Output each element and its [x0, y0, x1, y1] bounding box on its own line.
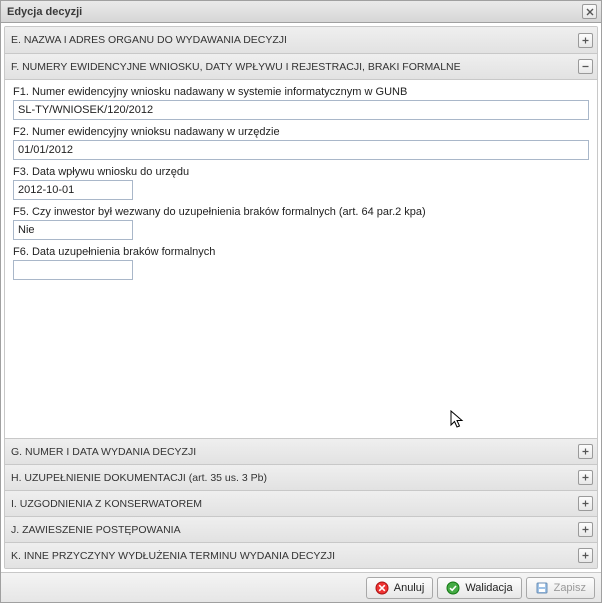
panel-header-j[interactable]: J. ZAWIESZENIE POSTĘPOWANIA [5, 516, 597, 542]
field-label-f3: F3. Data wpływu wniosku do urzędu [13, 166, 589, 178]
validate-icon [446, 581, 460, 595]
close-button[interactable] [582, 4, 597, 19]
input-f6[interactable] [13, 260, 133, 280]
expand-icon [578, 496, 593, 511]
panel-title: J. ZAWIESZENIE POSTĘPOWANIA [11, 524, 578, 536]
input-f3[interactable] [13, 180, 133, 200]
mouse-cursor-icon [450, 410, 466, 432]
field-label-f2: F2. Numer ewidencyjny wnioksu nadawany w… [13, 126, 589, 138]
window-title: Edycja decyzji [7, 6, 582, 18]
titlebar: Edycja decyzji [1, 1, 601, 23]
panel-body-f: F1. Numer ewidencyjny wniosku nadawany w… [5, 79, 597, 438]
cancel-icon [375, 581, 389, 595]
panel-title: H. UZUPEŁNIENIE DOKUMENTACJI (art. 35 us… [11, 472, 578, 484]
validate-button[interactable]: Walidacja [437, 577, 521, 599]
field-f6: F6. Data uzupełnienia braków formalnych [13, 246, 589, 280]
field-f3: F3. Data wpływu wniosku do urzędu [13, 166, 589, 200]
accordion: E. NAZWA I ADRES ORGANU DO WYDAWANIA DEC… [4, 26, 598, 569]
expand-icon [578, 470, 593, 485]
field-f2: F2. Numer ewidencyjny wnioksu nadawany w… [13, 126, 589, 160]
panel-header-i[interactable]: I. UZGODNIENIA Z KONSERWATOREM [5, 490, 597, 516]
validate-label: Walidacja [465, 582, 512, 594]
expand-icon [578, 444, 593, 459]
field-label-f6: F6. Data uzupełnienia braków formalnych [13, 246, 589, 258]
panel-title: G. NUMER I DATA WYDANIA DECYZJI [11, 446, 578, 458]
save-button[interactable]: Zapisz [526, 577, 595, 599]
input-f2[interactable] [13, 140, 589, 160]
panel-title: I. UZGODNIENIA Z KONSERWATOREM [11, 498, 578, 510]
panel-header-h[interactable]: H. UZUPEŁNIENIE DOKUMENTACJI (art. 35 us… [5, 464, 597, 490]
dialog-window: Edycja decyzji E. NAZWA I ADRES ORGANU D… [0, 0, 602, 603]
panel-title: E. NAZWA I ADRES ORGANU DO WYDAWANIA DEC… [11, 34, 578, 46]
save-icon [535, 581, 549, 595]
dialog-content: E. NAZWA I ADRES ORGANU DO WYDAWANIA DEC… [1, 23, 601, 572]
field-f1: F1. Numer ewidencyjny wniosku nadawany w… [13, 86, 589, 120]
expand-icon [578, 33, 593, 48]
cancel-button[interactable]: Anuluj [366, 577, 434, 599]
panel-header-g[interactable]: G. NUMER I DATA WYDANIA DECYZJI [5, 438, 597, 464]
field-f5: F5. Czy inwestor był wezwany do uzupełni… [13, 206, 589, 240]
panel-header-f[interactable]: F. NUMERY EWIDENCYJNE WNIOSKU, DATY WPŁY… [5, 53, 597, 79]
save-label: Zapisz [554, 582, 586, 594]
field-label-f1: F1. Numer ewidencyjny wniosku nadawany w… [13, 86, 589, 98]
panel-title: K. INNE PRZYCZYNY WYDŁUŻENIA TERMINU WYD… [11, 550, 578, 562]
close-icon [586, 8, 594, 16]
dialog-footer: Anuluj Walidacja Zapisz [1, 572, 601, 602]
input-f5[interactable] [13, 220, 133, 240]
expand-icon [578, 548, 593, 563]
field-label-f5: F5. Czy inwestor był wezwany do uzupełni… [13, 206, 589, 218]
cancel-label: Anuluj [394, 582, 425, 594]
panel-header-k[interactable]: K. INNE PRZYCZYNY WYDŁUŻENIA TERMINU WYD… [5, 542, 597, 568]
input-f1[interactable] [13, 100, 589, 120]
expand-icon [578, 522, 593, 537]
panel-title: F. NUMERY EWIDENCYJNE WNIOSKU, DATY WPŁY… [11, 61, 578, 73]
collapse-icon [578, 59, 593, 74]
panel-header-e[interactable]: E. NAZWA I ADRES ORGANU DO WYDAWANIA DEC… [5, 27, 597, 53]
